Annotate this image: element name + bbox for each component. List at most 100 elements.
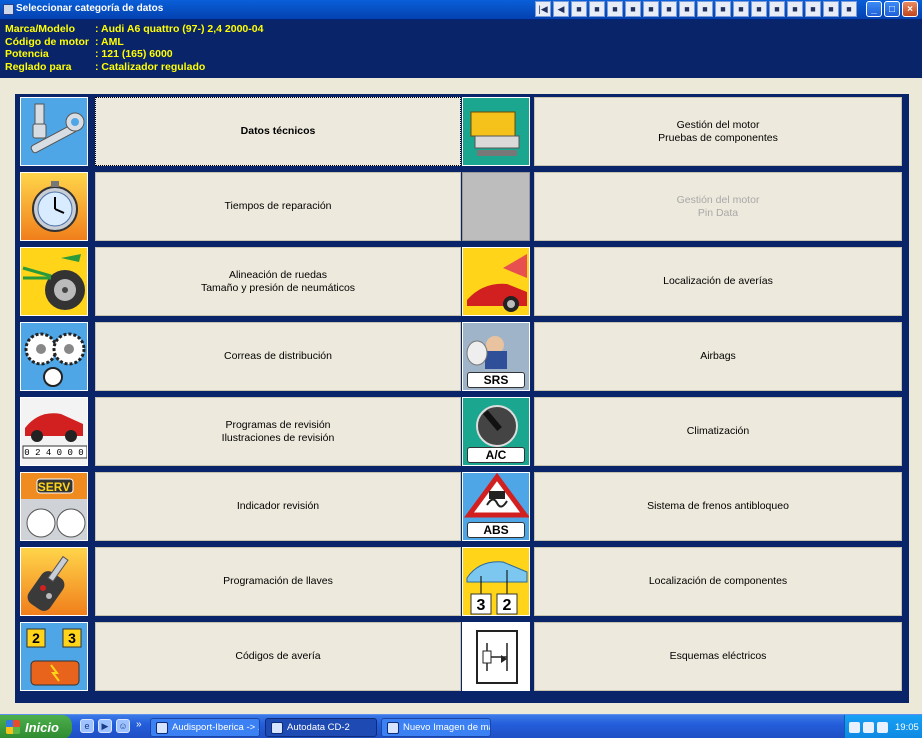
service-icon[interactable]: ■: [643, 1, 659, 17]
abs-icon[interactable]: ABS: [462, 472, 530, 541]
media-player-icon[interactable]: ▶: [98, 719, 112, 733]
category-button[interactable]: Programación de llaves: [95, 547, 461, 616]
start-label: Inicio: [25, 719, 59, 735]
category-label: Airbags: [700, 350, 736, 362]
category-button[interactable]: Gestión del motor Pruebas de componentes: [534, 97, 902, 166]
category-button[interactable]: Localización de averías: [534, 247, 902, 316]
category-button[interactable]: Datos técnicos: [95, 97, 461, 166]
ecu-icon[interactable]: [462, 97, 530, 166]
clock: 19:05: [895, 721, 919, 733]
fault-codes-icon[interactable]: 23: [20, 622, 88, 691]
vehicle-info-row: Potencia: 121 (165) 6000: [5, 48, 263, 61]
close-button[interactable]: ×: [902, 1, 918, 17]
category-label: Datos técnicos: [240, 125, 316, 137]
window-title: Seleccionar categoría de datos: [16, 3, 164, 14]
category-button[interactable]: Climatización: [534, 397, 902, 466]
category-button[interactable]: Esquemas eléctricos: [534, 622, 902, 691]
category-sublabel: Pin Data: [697, 206, 739, 219]
wiring-diagram-icon[interactable]: [462, 622, 530, 691]
chevron-right-icon[interactable]: »: [136, 719, 142, 733]
messenger-icon[interactable]: ☺: [116, 719, 130, 733]
category-button[interactable]: Códigos de avería: [95, 622, 461, 691]
belt-icon[interactable]: ■: [625, 1, 641, 17]
ac-icon[interactable]: ■: [787, 1, 803, 17]
service-indicator-icon[interactable]: SERV: [20, 472, 88, 541]
minimize-button[interactable]: _: [866, 1, 882, 17]
category-label: Tiempos de reparación: [224, 200, 332, 212]
quick-launch: e ▶ ☺ »: [80, 719, 142, 733]
volume-icon[interactable]: [863, 721, 874, 733]
windows-logo-icon: [6, 720, 20, 734]
category-grid: Datos técnicos Tiempos de reparación Aline…: [15, 94, 909, 703]
icon-digit: 3: [68, 630, 76, 646]
security-icon[interactable]: [877, 721, 888, 733]
category-button[interactable]: Programas de revisión Ilustraciones de re…: [95, 397, 461, 466]
autodata-icon: [271, 721, 283, 734]
first-icon[interactable]: |◀: [535, 1, 551, 17]
category-panel: Datos técnicos Tiempos de reparación Aline…: [0, 78, 922, 714]
tech-data-icon[interactable]: ■: [571, 1, 587, 17]
key-programming-icon[interactable]: [20, 547, 88, 616]
diagnosis-icon[interactable]: ■: [751, 1, 767, 17]
service-schedule-icon[interactable]: 0 2 4 0 0 0: [20, 397, 88, 466]
app-icon: [3, 4, 14, 15]
category-button[interactable]: Alineación de ruedas Tamaño y presión de …: [95, 247, 461, 316]
category-label: Indicador revisión: [236, 500, 320, 512]
key-icon[interactable]: ■: [679, 1, 695, 17]
category-button[interactable]: Tiempos de reparación: [95, 172, 461, 241]
category-button: Gestión del motor Pin Data: [534, 172, 902, 241]
category-button[interactable]: Sistema de frenos antibloqueo: [534, 472, 902, 541]
wrench-icon[interactable]: [20, 97, 88, 166]
system-tray: 19:05: [844, 715, 922, 738]
category-button[interactable]: Indicador revisión: [95, 472, 461, 541]
category-button[interactable]: Airbags: [534, 322, 902, 391]
category-label: Gestión del motor: [676, 193, 760, 206]
airbag-icon[interactable]: SRS: [462, 322, 530, 391]
category-sublabel: Tamaño y presión de neumáticos: [200, 281, 356, 294]
diagnosis-icon[interactable]: [462, 247, 530, 316]
stopwatch-icon[interactable]: [20, 172, 88, 241]
network-icon[interactable]: [849, 721, 860, 733]
category-label: Programas de revisión: [225, 418, 331, 431]
timing-belt-icon[interactable]: [20, 322, 88, 391]
category-button[interactable]: Correas de distribución: [95, 322, 461, 391]
ie-icon[interactable]: e: [80, 719, 94, 733]
taskbar-item-active[interactable]: Autodata CD-2: [265, 718, 377, 737]
taskbar-item[interactable]: Audisport-Iberica -> ...: [150, 718, 260, 737]
paint-icon: [387, 721, 399, 734]
icon-badge: A/C: [467, 447, 525, 463]
maximize-button[interactable]: □: [884, 1, 900, 17]
vehicle-info-label: Reglado para: [5, 60, 72, 73]
category-label: Gestión del motor: [676, 118, 760, 131]
ac-icon[interactable]: A/C: [462, 397, 530, 466]
icon-badge: SERV: [37, 480, 71, 494]
airbag-icon[interactable]: ■: [769, 1, 785, 17]
fault-code-icon[interactable]: ■: [697, 1, 713, 17]
taskbar: Inicio e ▶ ☺ » Audisport-Iberica -> ... …: [0, 714, 922, 738]
vehicle-info-value: : Audi A6 quattro (97-) 2,4 2000-04: [95, 23, 264, 35]
start-button[interactable]: Inicio: [0, 715, 72, 738]
wheel-icon[interactable]: ■: [607, 1, 623, 17]
icon-digit: 2: [502, 597, 512, 614]
abs-icon[interactable]: ■: [805, 1, 821, 17]
category-label: Programación de llaves: [223, 575, 333, 587]
wheel-alignment-icon[interactable]: [20, 247, 88, 316]
timer-icon[interactable]: ■: [589, 1, 605, 17]
taskbar-item-label: Autodata CD-2: [287, 722, 350, 733]
wiring-icon[interactable]: ■: [841, 1, 857, 17]
category-sublabel: Pruebas de componentes: [658, 131, 778, 144]
pin-data-icon[interactable]: ■: [733, 1, 749, 17]
taskbar-item-label: Audisport-Iberica -> ...: [172, 722, 260, 733]
indicator-icon[interactable]: ■: [661, 1, 677, 17]
toolbar: |◀ ◀ ■ ■ ■ ■ ■ ■ ■ ■ ■ ■ ■ ■ ■ ■ ■ ■: [535, 1, 857, 17]
category-sublabel: Ilustraciones de revisión: [221, 431, 335, 444]
component-icon[interactable]: ■: [823, 1, 839, 17]
category-button[interactable]: Localización de componentes: [534, 547, 902, 616]
category-label: Esquemas eléctricos: [669, 650, 767, 662]
component-location-icon[interactable]: 32: [462, 547, 530, 616]
vehicle-info-row: Código de motor: AML: [5, 36, 263, 49]
category-label: Códigos de avería: [235, 650, 321, 662]
taskbar-item[interactable]: Nuevo Imagen de ma...: [381, 718, 491, 737]
back-icon[interactable]: ◀: [553, 1, 569, 17]
engine-icon[interactable]: ■: [715, 1, 731, 17]
